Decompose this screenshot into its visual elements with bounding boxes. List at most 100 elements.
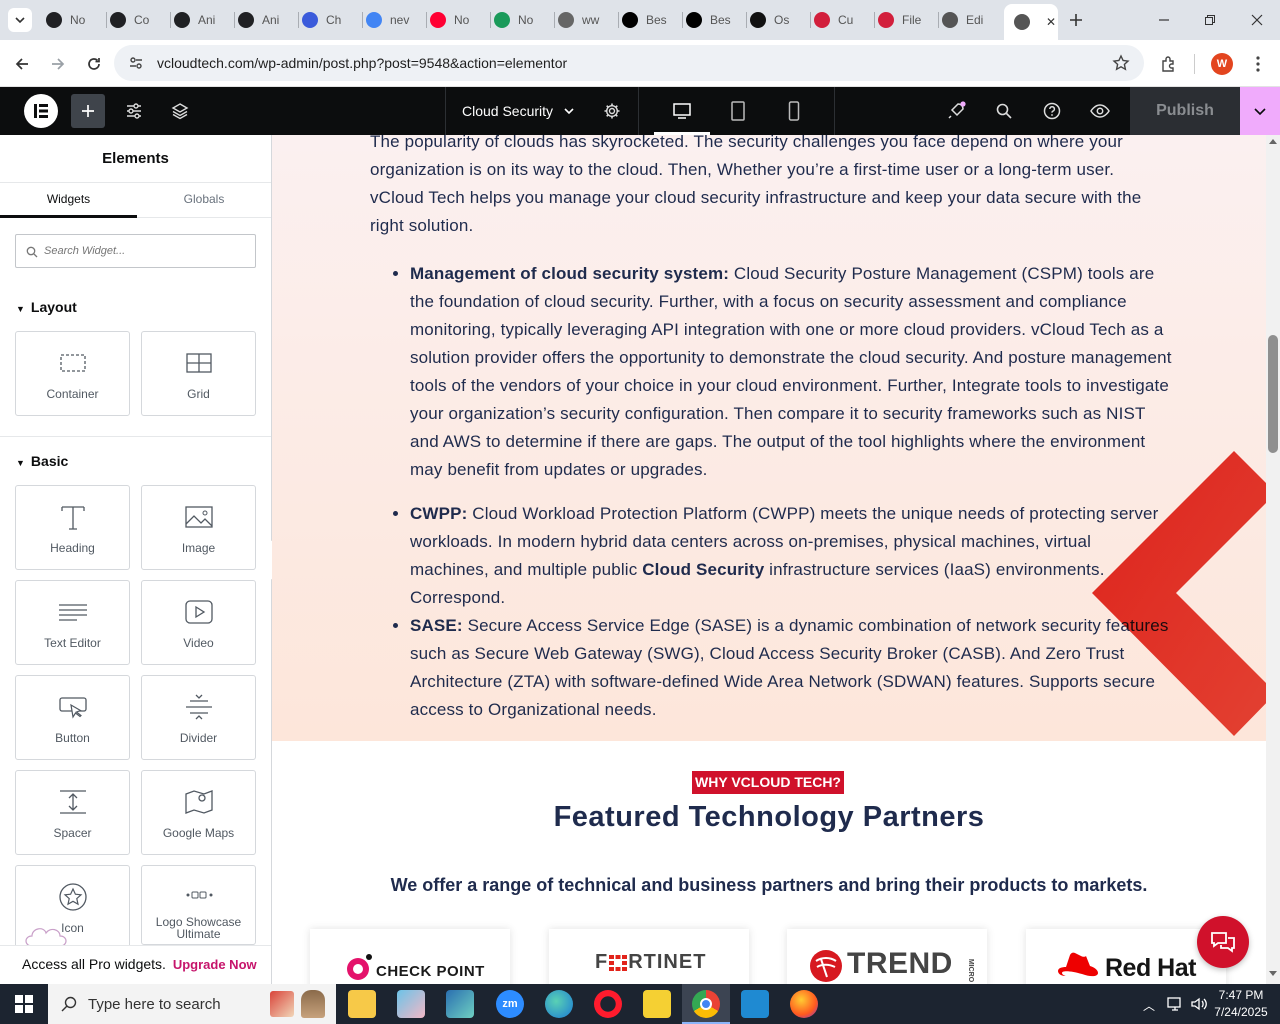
bookmark-star-icon[interactable] <box>1112 54 1130 72</box>
tray-chevron-up-icon[interactable]: ︿ <box>1143 997 1155 1014</box>
restore-button[interactable] <box>1198 8 1222 32</box>
browser-tab[interactable]: Ani <box>238 6 296 34</box>
upgrade-now-link[interactable]: Upgrade Now <box>173 957 257 972</box>
network-icon[interactable] <box>1166 996 1184 1012</box>
widget-divider[interactable]: Divider <box>141 675 256 760</box>
browser-tab[interactable]: No <box>430 6 488 34</box>
close-tab-icon[interactable]: ✕ <box>1046 15 1056 29</box>
browser-tab[interactable]: File <box>878 6 936 34</box>
basic-section-header[interactable]: ▼ Basic <box>16 453 68 469</box>
widget-heading[interactable]: Heading <box>15 485 130 570</box>
partner-name-suffix: MICRO <box>967 958 975 983</box>
partner-card-trend-micro[interactable]: TREND MICRO <box>787 929 987 984</box>
layout-section-title: Layout <box>30 299 77 315</box>
widget-image[interactable]: Image <box>141 485 256 570</box>
document-name-dropdown[interactable]: Cloud Security <box>462 101 575 121</box>
app-icon[interactable] <box>446 990 474 1018</box>
tab-search-button[interactable] <box>8 8 32 32</box>
browser-tab[interactable]: ww <box>558 6 616 34</box>
mobile-view-button[interactable] <box>782 99 806 123</box>
browser-tab[interactable]: Ch <box>302 6 360 34</box>
publish-options-button[interactable] <box>1240 87 1280 135</box>
browser-menu-button[interactable] <box>1246 52 1270 76</box>
scroll-down-arrow[interactable] <box>1269 971 1277 976</box>
close-window-button[interactable] <box>1245 8 1269 32</box>
sticky-notes-icon[interactable] <box>643 990 671 1018</box>
file-explorer-icon[interactable] <box>348 990 376 1018</box>
finder-button[interactable] <box>992 99 1016 123</box>
edge-icon[interactable] <box>545 990 573 1018</box>
minimize-button[interactable] <box>1152 8 1176 32</box>
partner-card-fortinet[interactable]: F RTINET <box>549 929 749 984</box>
decorative-figure-icon <box>300 990 325 1018</box>
browser-tab[interactable]: Os <box>750 6 808 34</box>
widget-text-editor[interactable]: Text Editor <box>15 580 130 665</box>
chrome-task-active[interactable] <box>682 984 730 1024</box>
partner-card-checkpoint[interactable]: CHECK POINT <box>310 929 510 984</box>
browser-tab[interactable]: nev <box>366 6 424 34</box>
plus-icon <box>1070 14 1082 26</box>
forward-button[interactable] <box>46 52 70 76</box>
add-element-button[interactable] <box>71 94 105 128</box>
widget-logo-showcase[interactable]: Logo Showcase Ultimate <box>141 865 256 945</box>
partner-card-red-hat[interactable]: Red Hat <box>1026 929 1226 984</box>
elementor-logo-button[interactable] <box>24 94 58 128</box>
zoom-icon[interactable]: zm <box>496 990 524 1018</box>
site-info-icon[interactable] <box>128 55 144 71</box>
opera-icon[interactable] <box>594 990 622 1018</box>
browser-tab[interactable]: Cu <box>814 6 872 34</box>
widget-container[interactable]: Container <box>15 331 130 416</box>
browser-tab[interactable]: No <box>46 6 104 34</box>
tab-title: Ani <box>262 13 280 27</box>
desktop-view-button[interactable] <box>670 99 694 123</box>
widget-google-maps[interactable]: Google Maps <box>141 770 256 855</box>
basic-section-title: Basic <box>30 453 69 469</box>
help-button[interactable] <box>1040 99 1064 123</box>
start-button[interactable] <box>0 984 48 1024</box>
browser-tab[interactable]: Edi <box>942 6 1000 34</box>
browser-tab[interactable]: Ani <box>174 6 232 34</box>
volume-icon[interactable] <box>1190 996 1208 1012</box>
browser-tab[interactable]: No <box>494 6 552 34</box>
widget-video[interactable]: Video <box>141 580 256 665</box>
scroll-up-arrow[interactable] <box>1269 139 1277 144</box>
taskbar-search[interactable]: Type here to search <box>48 984 336 1024</box>
widget-search-input[interactable] <box>44 241 244 261</box>
profile-avatar[interactable]: W <box>1211 53 1233 75</box>
vscode-icon[interactable] <box>741 990 769 1018</box>
preview-button[interactable] <box>1088 99 1112 123</box>
browser-tab[interactable]: Bes <box>622 6 680 34</box>
publish-button[interactable]: Publish <box>1130 87 1240 135</box>
url-text[interactable]: vcloudtech.com/wp-admin/post.php?post=95… <box>157 55 567 71</box>
tab-separator <box>362 12 363 28</box>
browser-tab[interactable]: Bes <box>686 6 744 34</box>
panel-title: Elements <box>102 150 169 167</box>
tablet-view-button[interactable] <box>726 99 750 123</box>
page-scrollbar[interactable] <box>1266 135 1280 984</box>
notifications-button[interactable] <box>944 99 968 123</box>
tab-widgets[interactable]: Widgets <box>0 183 137 218</box>
widget-grid[interactable]: Grid <box>141 331 256 416</box>
pro-promo-text: Access all Pro widgets. <box>22 956 166 972</box>
clock[interactable]: 7:47 PM 7/24/2025 <box>1210 987 1272 1021</box>
tab-globals[interactable]: Globals <box>137 183 271 218</box>
firefox-icon[interactable] <box>790 990 818 1018</box>
reload-button[interactable] <box>82 52 106 76</box>
new-tab-button[interactable] <box>1064 8 1088 32</box>
site-settings-button[interactable] <box>122 99 146 123</box>
structure-button[interactable] <box>168 99 192 123</box>
widget-button[interactable]: Button <box>15 675 130 760</box>
app-icon[interactable] <box>397 990 425 1018</box>
chat-button[interactable] <box>1197 916 1249 968</box>
browser-tab[interactable]: Co <box>110 6 168 34</box>
layout-section-header[interactable]: ▼ Layout <box>16 299 77 315</box>
widget-search[interactable] <box>15 234 256 268</box>
widget-spacer[interactable]: Spacer <box>15 770 130 855</box>
page-settings-button[interactable] <box>600 99 624 123</box>
browser-tab[interactable]: ✕ <box>1004 4 1058 40</box>
widget-icon[interactable]: Icon <box>15 865 130 950</box>
back-button[interactable] <box>10 52 34 76</box>
extensions-button[interactable] <box>1157 52 1181 76</box>
address-bar[interactable]: vcloudtech.com/wp-admin/post.php?post=95… <box>114 45 1144 81</box>
scroll-thumb[interactable] <box>1268 335 1278 453</box>
